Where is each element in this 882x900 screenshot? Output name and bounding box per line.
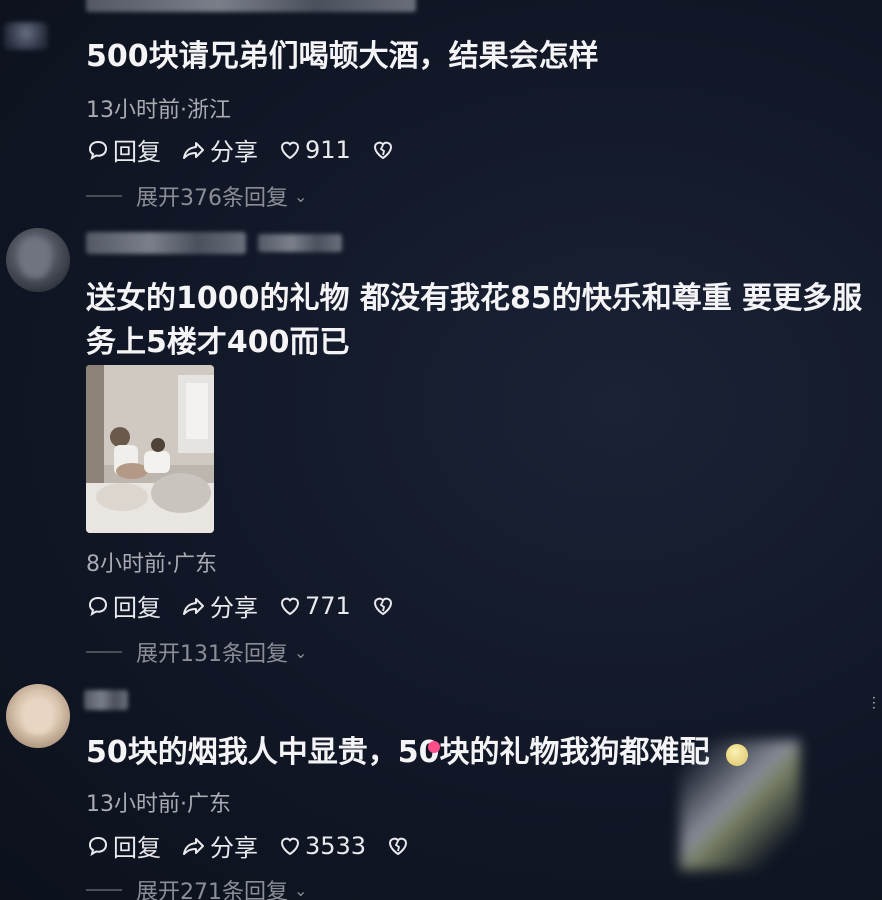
share-arrow-icon bbox=[183, 837, 204, 855]
share-label: 分享 bbox=[210, 138, 258, 166]
comment-meta: 13小时前·浙江 bbox=[86, 98, 231, 123]
share-label: 分享 bbox=[210, 834, 258, 862]
avatar-figure bbox=[20, 238, 50, 278]
divider-line bbox=[86, 889, 122, 891]
like-button[interactable]: 3533 bbox=[278, 832, 366, 860]
more-icon[interactable]: · · · bbox=[872, 692, 876, 716]
avatar-figure bbox=[22, 698, 54, 734]
username[interactable] bbox=[84, 690, 128, 710]
expand-label: 展开131条回复 bbox=[136, 642, 288, 667]
like-button[interactable]: 911 bbox=[278, 136, 351, 164]
emoji-icon bbox=[726, 744, 748, 766]
expand-label: 展开271条回复 bbox=[136, 880, 288, 900]
action-bar: 回复 分享 771 bbox=[86, 588, 418, 623]
chevron-down-icon: ⌄ bbox=[294, 880, 308, 900]
speech-bubble-icon bbox=[88, 140, 108, 160]
like-count: 771 bbox=[305, 591, 351, 620]
share-arrow-icon bbox=[183, 597, 204, 615]
comment-text: 50块的烟我人中显贵，50块的礼物我狗都难配 bbox=[86, 735, 710, 770]
reply-label: 回复 bbox=[113, 834, 161, 862]
like-count: 3533 bbox=[305, 831, 367, 860]
action-bar: 回复 分享 3533 bbox=[86, 828, 433, 863]
reply-label: 回复 bbox=[113, 594, 161, 622]
expand-replies-button[interactable]: 展开131条回复 ⌄ bbox=[86, 636, 307, 668]
avatar[interactable] bbox=[6, 228, 70, 292]
share-button[interactable]: 分享 bbox=[181, 828, 258, 863]
top-username bbox=[86, 0, 416, 12]
reply-label: 回复 bbox=[113, 138, 161, 166]
avatar[interactable] bbox=[6, 684, 70, 748]
like-button[interactable]: 771 bbox=[278, 592, 351, 620]
dislike-button[interactable] bbox=[386, 834, 413, 858]
broken-heart-icon bbox=[373, 597, 392, 615]
comment-image[interactable] bbox=[86, 365, 214, 533]
chevron-down-icon: ⌄ bbox=[294, 186, 308, 206]
heart-icon bbox=[280, 597, 300, 615]
comment-text-line-2: 务上5楼才400而已 bbox=[86, 325, 350, 360]
share-label: 分享 bbox=[210, 594, 258, 622]
like-count: 911 bbox=[305, 135, 351, 164]
heart-icon bbox=[280, 837, 300, 855]
dislike-button[interactable] bbox=[371, 594, 398, 618]
username-tag bbox=[258, 234, 342, 252]
broken-heart-icon bbox=[389, 837, 408, 855]
comment-meta: 13小时前·广东 bbox=[86, 792, 231, 817]
comment-meta: 8小时前·广东 bbox=[86, 552, 217, 577]
comment-text: 500块请兄弟们喝顿大酒，结果会怎样 bbox=[86, 39, 599, 74]
share-button[interactable]: 分享 bbox=[181, 132, 258, 167]
action-bar: 回复 分享 911 bbox=[86, 132, 418, 167]
username[interactable] bbox=[86, 232, 246, 254]
broken-heart-icon bbox=[373, 141, 392, 159]
heart-icon bbox=[280, 141, 300, 159]
comment-text-line-1: 送女的1000的礼物 都没有我花85的快乐和尊重 要更多服 bbox=[86, 281, 863, 316]
divider-line bbox=[86, 651, 122, 653]
pink-dot-marker bbox=[428, 741, 440, 753]
reply-button[interactable]: 回复 bbox=[86, 132, 161, 167]
divider-line bbox=[86, 195, 122, 197]
dislike-button[interactable] bbox=[371, 138, 398, 162]
reply-button[interactable]: 回复 bbox=[86, 588, 161, 623]
share-button[interactable]: 分享 bbox=[181, 588, 258, 623]
top-avatar bbox=[4, 22, 48, 50]
expand-replies-button[interactable]: 展开376条回复 ⌄ bbox=[86, 180, 307, 212]
speech-bubble-icon bbox=[88, 596, 108, 616]
speech-bubble-icon bbox=[88, 836, 108, 856]
comment-photo bbox=[86, 365, 214, 533]
expand-replies-button[interactable]: 展开271条回复 ⌄ bbox=[86, 874, 307, 900]
share-arrow-icon bbox=[183, 141, 204, 159]
chevron-down-icon: ⌄ bbox=[294, 642, 308, 662]
reply-button[interactable]: 回复 bbox=[86, 828, 161, 863]
expand-label: 展开376条回复 bbox=[136, 186, 288, 211]
